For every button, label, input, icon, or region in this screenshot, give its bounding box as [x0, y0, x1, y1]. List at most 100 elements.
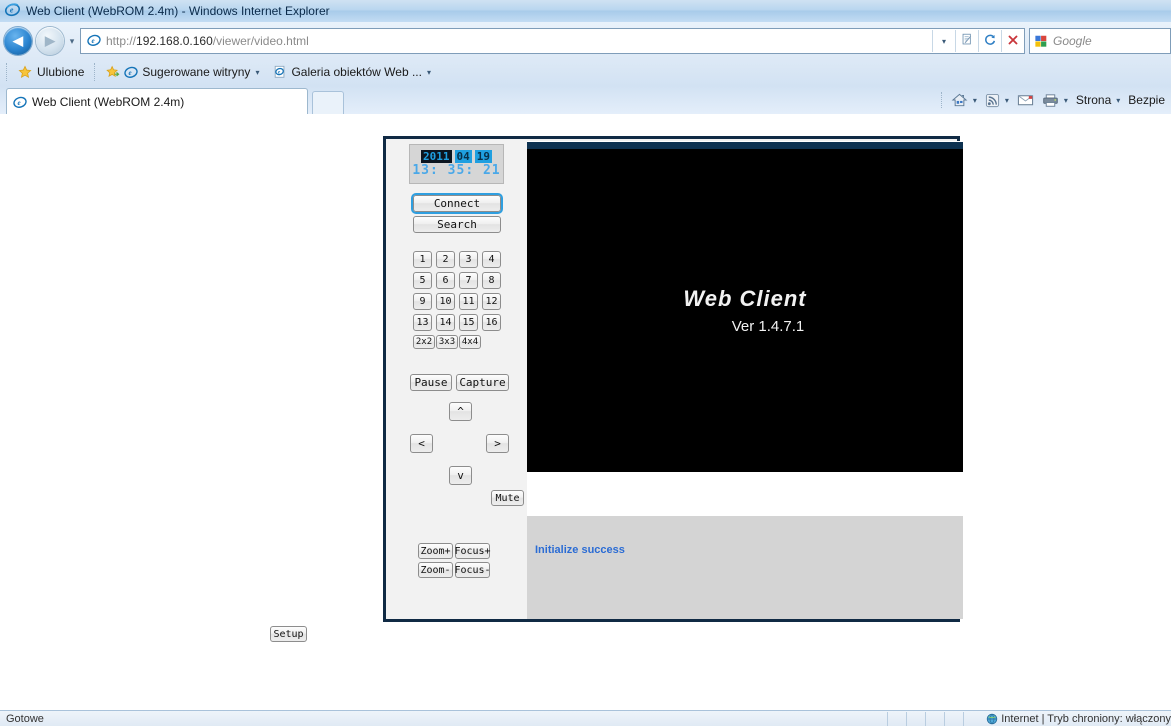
setup-button[interactable]: Setup [270, 626, 307, 642]
security-zone-indicator[interactable]: Internet | Tryb chroniony: włączony [986, 713, 1171, 725]
channel-button-15[interactable]: 15 [459, 314, 478, 331]
refresh-button[interactable] [978, 30, 1001, 52]
chevron-down-icon: ▾ [1116, 95, 1121, 105]
video-display[interactable]: Web Client Ver 1.4.7.1 [527, 149, 963, 472]
status-bar-cell [925, 712, 944, 726]
channel-button-4[interactable]: 4 [482, 251, 501, 268]
svg-text:e: e [129, 69, 132, 77]
focus-in-button[interactable]: Focus+ [454, 543, 491, 559]
svg-text:e: e [92, 36, 95, 44]
channel-grid: 1 2 3 4 5 6 7 8 9 10 11 12 13 14 15 16 2… [413, 251, 501, 349]
page-menu-label: Strona [1075, 93, 1112, 107]
stop-button[interactable] [1001, 30, 1024, 52]
channel-button-7[interactable]: 7 [459, 272, 478, 289]
connect-button[interactable]: Connect [411, 193, 503, 214]
channel-button-3[interactable]: 3 [459, 251, 478, 268]
tab-label: Web Client (WebROM 2.4m) [32, 94, 185, 109]
channel-button-16[interactable]: 16 [482, 314, 501, 331]
safety-menu-label: Bezpie [1128, 93, 1165, 107]
search-button[interactable]: Search [413, 216, 501, 233]
address-bar[interactable]: e http://192.168.0.160/viewer/video.html… [80, 28, 1025, 54]
channel-button-14[interactable]: 14 [436, 314, 455, 331]
pause-button[interactable]: Pause [410, 374, 452, 391]
address-scheme: http:// [106, 34, 137, 48]
forward-button[interactable]: ▶ [36, 27, 64, 55]
favorites-button[interactable]: Ulubione [14, 62, 88, 82]
address-host: 192.168.0.160 [136, 34, 213, 48]
favorites-bar: Ulubione e Sugerowane witryny ▾ e Galeri… [0, 60, 1171, 84]
favbar-divider [94, 63, 96, 81]
search-box[interactable]: Google [1029, 28, 1171, 54]
layout-button-3x3[interactable]: 3x3 [436, 335, 458, 349]
channel-button-9[interactable]: 9 [413, 293, 432, 310]
chevron-down-icon: ▾ [972, 95, 977, 105]
status-bar-cell [887, 712, 906, 726]
navigation-bar: ◀ ▶ ▾ e http://192.168.0.160/viewer/vide… [0, 24, 1171, 58]
back-button[interactable]: ◀ [4, 27, 32, 55]
forward-arrow-icon: ▶ [45, 33, 55, 48]
favbar-icon-ie: e [124, 65, 139, 79]
layout-button-4x4[interactable]: 4x4 [459, 335, 481, 349]
channel-button-10[interactable]: 10 [436, 293, 455, 310]
channel-button-11[interactable]: 11 [459, 293, 478, 310]
ptz-up-button[interactable]: ^ [449, 402, 472, 421]
channel-button-2[interactable]: 2 [436, 251, 455, 268]
command-bar: ▾ ▾ ▾ Strona ▾ Bezpie [937, 86, 1171, 114]
favorites-label: Ulubione [37, 65, 85, 79]
chevron-down-icon: ▾ [1004, 95, 1009, 105]
print-button[interactable]: ▾ [1038, 89, 1072, 111]
ptz-down-button[interactable]: v [449, 466, 472, 485]
channel-button-6[interactable]: 6 [436, 272, 455, 289]
chevron-down-icon: ▾ [69, 35, 75, 46]
status-bar-text: Gotowe [6, 713, 44, 725]
address-path: /viewer/video.html [212, 34, 309, 48]
mute-button[interactable]: Mute [491, 490, 524, 506]
compatibility-view-button[interactable] [955, 30, 978, 52]
new-tab-button[interactable] [312, 91, 344, 114]
channel-button-5[interactable]: 5 [413, 272, 432, 289]
tab-favicon-icon: e [13, 95, 27, 109]
tab-web-client[interactable]: e Web Client (WebROM 2.4m) [6, 88, 308, 114]
favbar-item-label: Sugerowane witryny [142, 65, 251, 79]
page-favicon-icon: e [87, 33, 101, 50]
mail-button[interactable] [1013, 89, 1038, 111]
close-icon [1006, 33, 1020, 50]
focus-out-button[interactable]: Focus- [454, 562, 491, 578]
home-button[interactable]: ▾ [947, 89, 981, 111]
chevron-down-icon: ▾ [941, 36, 946, 46]
video-panel: Web Client Ver 1.4.7.1 Initialize succes… [527, 139, 963, 619]
video-lower-band [527, 472, 963, 516]
setup-row: Setup [0, 626, 577, 642]
feeds-button[interactable]: ▾ [981, 89, 1013, 111]
browser-window: e Web Client (WebROM 2.4m) - Windows Int… [0, 0, 1171, 726]
favbar-item-suggested-sites[interactable]: e Sugerowane witryny ▾ [102, 62, 263, 82]
globe-icon [986, 713, 998, 725]
layout-row: 2x2 3x3 4x4 [413, 335, 501, 349]
page-viewport: 2011 04 19 13: 35: 21 Connect Search 1 2 3… [0, 114, 1171, 710]
zoom-in-button[interactable]: Zoom+ [418, 543, 453, 559]
clock-month: 04 [454, 149, 472, 163]
channel-button-13[interactable]: 13 [413, 314, 432, 331]
page-menu-button[interactable]: Strona ▾ [1072, 89, 1124, 111]
search-input[interactable]: Google [1053, 34, 1092, 48]
channel-button-8[interactable]: 8 [482, 272, 501, 289]
capture-button[interactable]: Capture [456, 374, 509, 391]
channel-row: 1 2 3 4 [413, 251, 501, 268]
channel-button-12[interactable]: 12 [482, 293, 501, 310]
address-dropdown-button[interactable]: ▾ [932, 30, 955, 52]
recent-pages-dropdown[interactable]: ▾ [64, 27, 80, 55]
refresh-icon [983, 33, 997, 50]
svg-text:e: e [10, 6, 14, 15]
zoom-out-button[interactable]: Zoom- [418, 562, 453, 578]
google-icon [1034, 34, 1049, 48]
clock-display: 2011 04 19 13: 35: 21 [409, 144, 504, 184]
channel-button-1[interactable]: 1 [413, 251, 432, 268]
safety-menu-button[interactable]: Bezpie [1124, 89, 1169, 111]
layout-button-2x2[interactable]: 2x2 [413, 335, 435, 349]
ptz-left-button[interactable]: < [410, 434, 433, 453]
clock-year: 2011 [421, 149, 452, 163]
browser-status-bar: Gotowe Internet | Tryb chroniony: włączo… [0, 710, 1171, 726]
favbar-item-web-gallery[interactable]: e Galeria obiektów Web ... ▾ [269, 62, 435, 82]
ptz-right-button[interactable]: > [486, 434, 509, 453]
command-bar-divider [940, 92, 943, 108]
